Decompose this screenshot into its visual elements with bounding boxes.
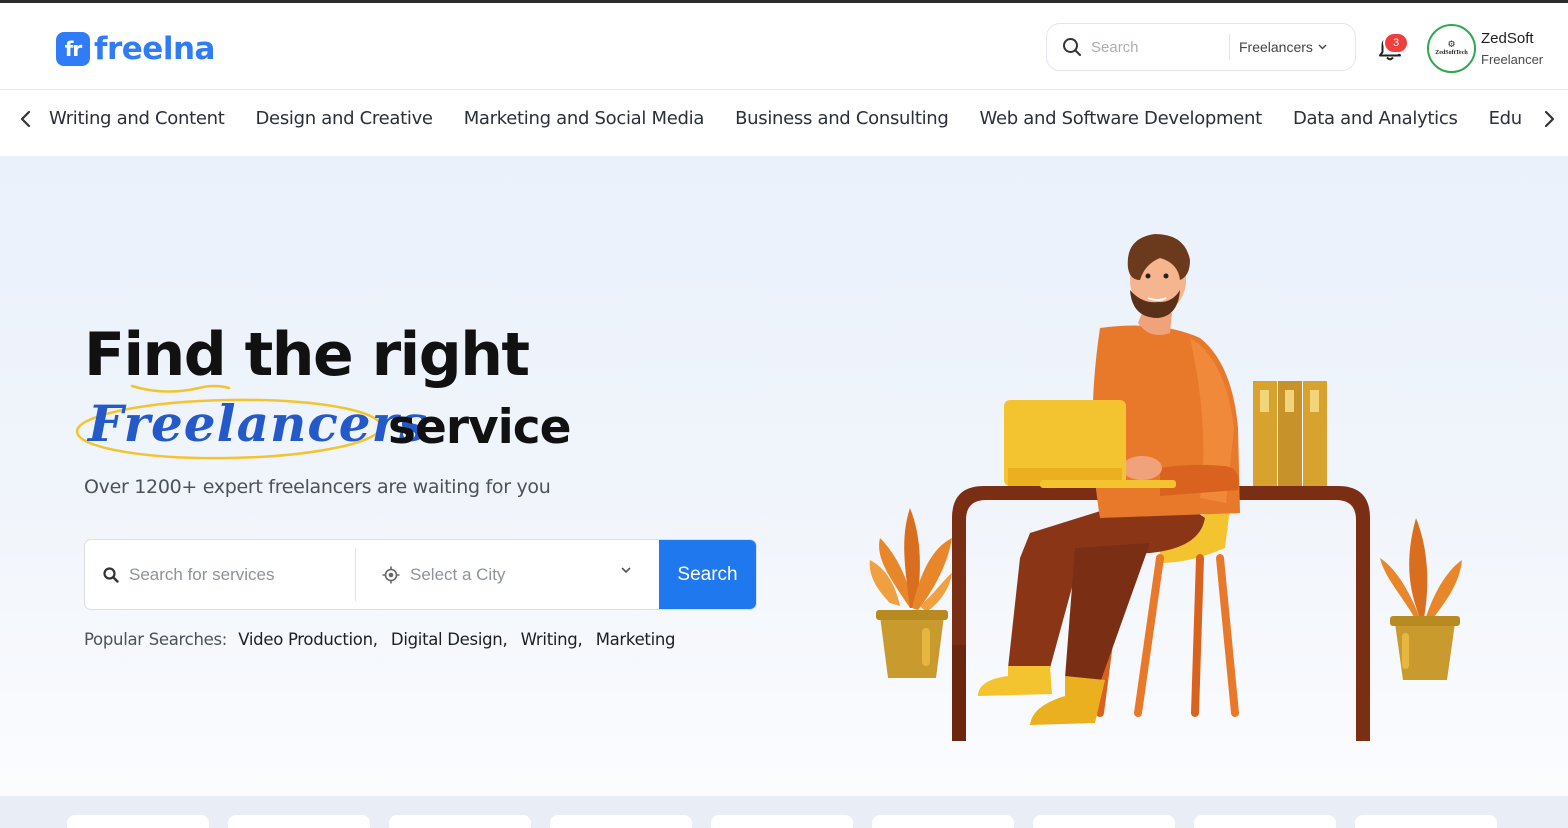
plant-left-icon — [869, 508, 952, 678]
service-search-field — [85, 540, 355, 609]
category-item[interactable]: Data and Analytics — [1293, 90, 1458, 148]
category-card[interactable] — [1194, 815, 1336, 828]
category-card[interactable] — [228, 815, 370, 828]
category-card[interactable] — [711, 815, 853, 828]
search-type-select[interactable]: Freelancers — [1239, 39, 1327, 55]
hero-search-form: Select a City Search — [84, 539, 757, 610]
popular-tag[interactable]: Marketing — [596, 630, 676, 649]
chevron-down-icon — [621, 567, 631, 574]
hero-title: Find the right — [84, 320, 530, 390]
category-cards-strip — [0, 796, 1568, 828]
header-search-input[interactable] — [1091, 38, 1229, 56]
category-list: Writing and Content Design and Creative Ma… — [49, 90, 1528, 156]
logo-mark-icon: fr — [56, 32, 90, 66]
chevron-right-icon[interactable] — [1537, 107, 1561, 131]
chevron-left-icon[interactable] — [14, 107, 38, 131]
category-card[interactable] — [1355, 815, 1497, 828]
header-search: Freelancers — [1046, 23, 1356, 71]
avatar-text: ZedSoftTech — [1435, 50, 1468, 56]
popular-tag[interactable]: Writing, — [521, 630, 583, 649]
popular-searches: Popular Searches: Video Production, Digi… — [84, 630, 683, 649]
category-card[interactable] — [1033, 815, 1175, 828]
search-type-label: Freelancers — [1239, 39, 1313, 55]
hero-search-button[interactable]: Search — [659, 540, 756, 609]
search-icon — [103, 566, 119, 583]
chevron-down-icon — [1318, 44, 1327, 50]
category-card[interactable] — [872, 815, 1014, 828]
hero-title-highlight: Freelancers — [88, 394, 429, 453]
location-icon — [382, 566, 400, 583]
category-card[interactable] — [389, 815, 531, 828]
avatar-logo-icon: ⚙ — [1447, 40, 1456, 50]
freelancer-illustration — [869, 234, 1462, 741]
category-item[interactable]: Web and Software Development — [980, 90, 1263, 148]
notification-badge: 3 — [1383, 32, 1409, 54]
brand-name: freelna — [94, 31, 215, 67]
category-item[interactable]: Writing and Content — [49, 90, 225, 148]
search-divider — [1229, 34, 1230, 60]
category-item[interactable]: Edu — [1489, 90, 1523, 148]
popular-tag[interactable]: Video Production, — [238, 630, 378, 649]
category-card[interactable] — [67, 815, 209, 828]
hero-section: Find the right Freelancers service Over … — [0, 156, 1568, 796]
user-role: Freelancer — [1481, 52, 1544, 67]
city-select[interactable]: Select a City — [356, 540, 659, 609]
category-item[interactable]: Business and Consulting — [735, 90, 949, 148]
user-name[interactable]: ZedSoft — [1481, 30, 1534, 47]
city-select-placeholder: Select a City — [410, 564, 506, 584]
brand-logo[interactable]: fr freelna — [56, 30, 215, 68]
popular-searches-label: Popular Searches: — [84, 630, 228, 649]
service-search-input[interactable] — [129, 564, 349, 585]
category-nav: Writing and Content Design and Creative Ma… — [0, 90, 1568, 156]
category-item[interactable]: Marketing and Social Media — [464, 90, 705, 148]
category-item[interactable]: Design and Creative — [255, 90, 433, 148]
binders-icon — [1253, 381, 1327, 486]
hero-title-rest: service — [388, 400, 572, 455]
plant-right-icon — [1380, 518, 1462, 680]
site-header: fr freelna Freelancers 3 ⚙ ZedSoftTech Z… — [0, 3, 1568, 90]
search-icon — [1061, 36, 1083, 58]
avatar[interactable]: ⚙ ZedSoftTech — [1427, 24, 1476, 73]
category-card[interactable] — [550, 815, 692, 828]
hero-subtitle: Over 1200+ expert freelancers are waitin… — [84, 476, 551, 498]
popular-tag[interactable]: Digital Design, — [391, 630, 508, 649]
